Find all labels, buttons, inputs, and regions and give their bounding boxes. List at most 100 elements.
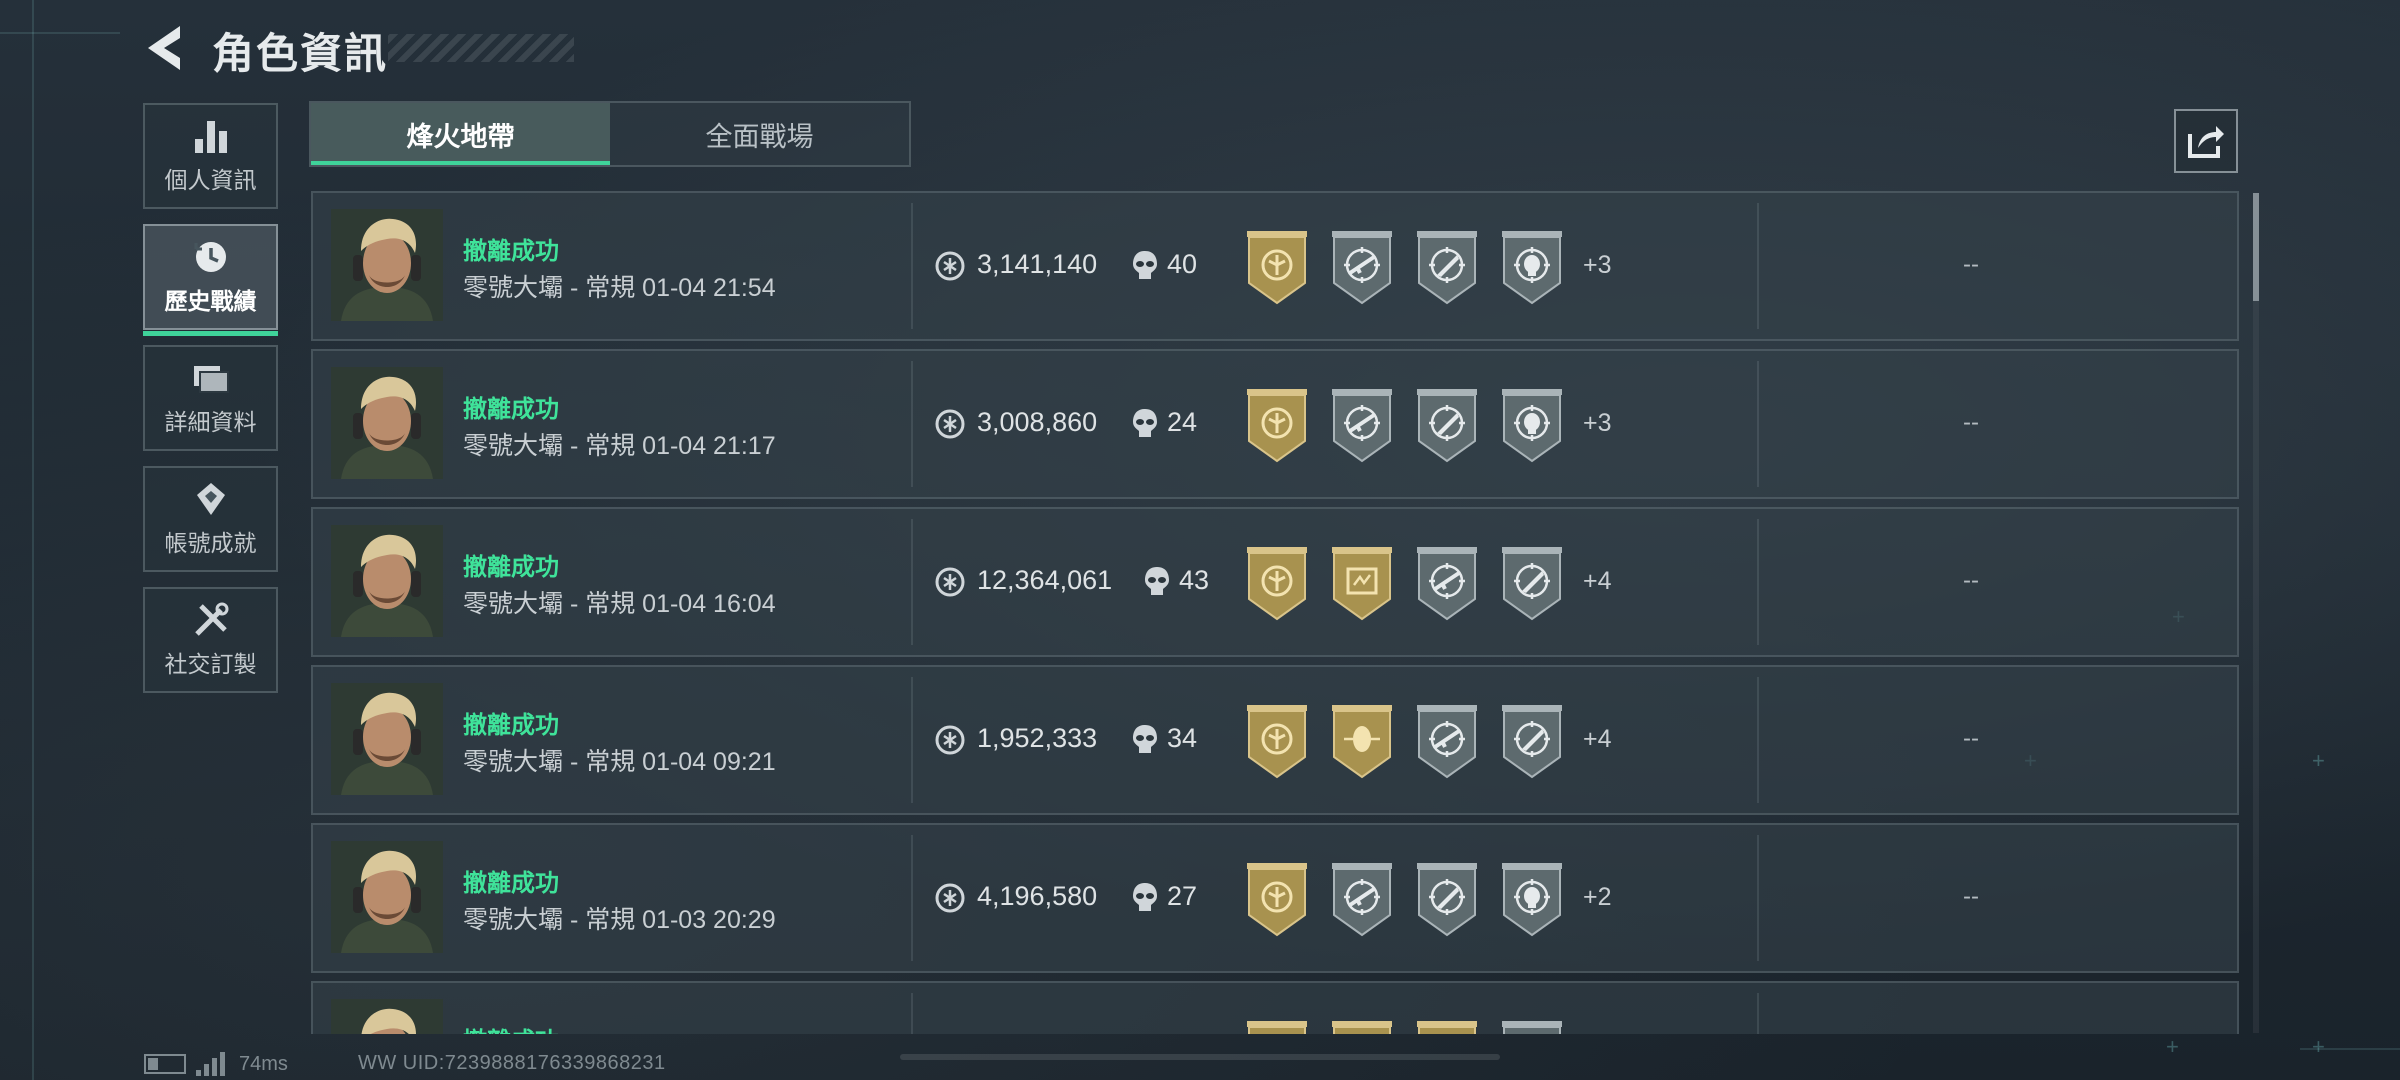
row-divider: [1757, 519, 1759, 645]
row-divider: [1757, 203, 1759, 329]
sidebar-item-social[interactable]: 社交訂製: [143, 587, 278, 693]
battery-icon: [144, 1054, 186, 1074]
operator-avatar: [331, 683, 443, 795]
tab-warzone[interactable]: 烽火地帶: [311, 103, 610, 165]
sidebar-item-achievements[interactable]: 帳號成就: [143, 466, 278, 572]
sidebar: 個人資訊 歷史戰績 詳細資料 帳號成就 社交訂製: [143, 103, 280, 708]
match-record-row[interactable]: 撤離成功 零號大壩 - 常規 01-04 16:04 12,364,061 43 +4 -…: [311, 507, 2239, 657]
decor-line: [0, 32, 120, 34]
more-medals-count: +3: [1583, 251, 1612, 279]
sidebar-item-history[interactable]: 歷史戰績: [143, 224, 278, 336]
gray-skull-medal-icon: [1498, 1019, 1566, 1034]
sidebar-item-label: 個人資訊: [164, 167, 257, 193]
gold-monitor-medal-icon: [1328, 545, 1396, 626]
gold-mask-medal-icon: [1328, 1019, 1396, 1034]
sidebar-item-label: 社交訂製: [164, 651, 257, 677]
kill-count: 43: [1179, 565, 1210, 595]
scrollbar-thumb[interactable]: [2253, 193, 2259, 301]
decor-cross: +: [2166, 1034, 2179, 1059]
more-medals-count: +4: [1583, 567, 1612, 595]
row-divider: [911, 519, 913, 645]
medal-list: [1243, 229, 1566, 310]
skull-icon: [1131, 723, 1159, 755]
back-button[interactable]: [140, 22, 192, 74]
loot-value: 4,196,580: [977, 881, 1098, 911]
kill-count: 34: [1167, 723, 1198, 753]
gold-mask-medal-icon: [1328, 703, 1396, 784]
row-divider: [911, 835, 913, 961]
gold-emblem-medal-icon: [1243, 703, 1311, 784]
match-record-row[interactable]: 撤離成功: [311, 981, 2239, 1034]
folder-icon: [191, 359, 231, 397]
more-medals-count: +3: [1583, 409, 1612, 437]
gold-emblem-medal-icon: [1243, 229, 1311, 310]
coin-icon: [935, 567, 965, 597]
gray-knife-medal-icon: [1413, 387, 1481, 468]
extraction-status: 撤離成功: [463, 396, 559, 423]
sidebar-item-label: 帳號成就: [164, 530, 257, 556]
bar-chart-icon: [191, 117, 231, 155]
title-decoration: [388, 34, 574, 62]
skull-icon: [1131, 249, 1159, 281]
skull-icon: [1131, 881, 1159, 913]
loot-value: 3,008,860: [977, 407, 1098, 437]
gray-rifle-medal-icon: [1328, 229, 1396, 310]
extraction-status: 撤離成功: [463, 712, 559, 739]
tools-icon: [191, 601, 231, 639]
match-map-time: 零號大壩 - 常規 01-04 16:04: [463, 590, 776, 618]
share-icon: [2188, 126, 2224, 158]
player-uid: WW UID:7239888176339868231: [358, 1052, 666, 1074]
row-divider: [1757, 993, 1759, 1034]
medal-list: [1243, 703, 1566, 784]
extra-info-value: --: [1963, 883, 1979, 910]
match-map-time: 零號大壩 - 常規 01-03 20:29: [463, 906, 776, 934]
gray-knife-medal-icon: [1413, 861, 1481, 942]
match-map-time: 零號大壩 - 常規 01-04 21:54: [463, 274, 776, 302]
medal-list: [1243, 545, 1566, 626]
gold-emblem-medal-icon: [1243, 1019, 1311, 1034]
loot-value: 12,364,061: [977, 565, 1113, 595]
match-record-row[interactable]: 撤離成功 零號大壩 - 常規 01-03 20:29 4,196,580 27 +2 --: [311, 823, 2239, 973]
history-clock-icon: [191, 238, 231, 276]
row-divider: [911, 677, 913, 803]
gray-rifle-medal-icon: [1328, 861, 1396, 942]
status-bar: 74ms: [144, 1052, 288, 1076]
coin-icon: [935, 725, 965, 755]
loot-value: 3,141,140: [977, 249, 1098, 279]
sidebar-item-label: 詳細資料: [164, 409, 257, 435]
row-divider: [1757, 361, 1759, 487]
extraction-status: 撤離成功: [463, 1021, 559, 1034]
sidebar-item-personal-info[interactable]: 個人資訊: [143, 103, 278, 209]
gray-skull-medal-icon: [1498, 861, 1566, 942]
medal-list: [1243, 1019, 1566, 1034]
coin-icon: [935, 883, 965, 913]
match-record-row[interactable]: 撤離成功 零號大壩 - 常規 01-04 21:54 3,141,140 40 +3 --: [311, 191, 2239, 341]
bottom-indicator: [900, 1054, 1500, 1060]
loot-value: 1,952,333: [977, 723, 1098, 753]
operator-avatar: [331, 209, 443, 321]
kill-count: 27: [1167, 881, 1198, 911]
gray-knife-medal-icon: [1498, 545, 1566, 626]
match-record-row[interactable]: 撤離成功 零號大壩 - 常規 01-04 09:21 1,952,333 34 +4 --: [311, 665, 2239, 815]
match-map-time: 零號大壩 - 常規 01-04 09:21: [463, 748, 776, 776]
skull-icon: [1143, 565, 1171, 597]
row-divider: [911, 361, 913, 487]
operator-avatar: [331, 367, 443, 479]
coin-icon: [935, 251, 965, 281]
match-history-list[interactable]: 撤離成功 零號大壩 - 常規 01-04 21:54 3,141,140 40 +3 --…: [311, 191, 2239, 1034]
match-map-time: 零號大壩 - 常規 01-04 21:17: [463, 432, 776, 460]
skull-icon: [1131, 407, 1159, 439]
gold-emblem-medal-icon: [1413, 1019, 1481, 1034]
gray-skull-medal-icon: [1498, 387, 1566, 468]
gray-rifle-medal-icon: [1413, 703, 1481, 784]
gold-emblem-medal-icon: [1243, 387, 1311, 468]
gray-skull-medal-icon: [1498, 229, 1566, 310]
row-divider: [911, 203, 913, 329]
scrollbar[interactable]: [2253, 193, 2259, 1033]
tab-full-battlefield[interactable]: 全面戰場: [610, 103, 909, 165]
share-button[interactable]: [2174, 109, 2238, 173]
sidebar-item-details[interactable]: 詳細資料: [143, 345, 278, 451]
mode-tabs: 烽火地帶 全面戰場: [309, 101, 911, 167]
achievement-icon: [191, 480, 231, 518]
match-record-row[interactable]: 撤離成功 零號大壩 - 常規 01-04 21:17 3,008,860 24 +3 --: [311, 349, 2239, 499]
